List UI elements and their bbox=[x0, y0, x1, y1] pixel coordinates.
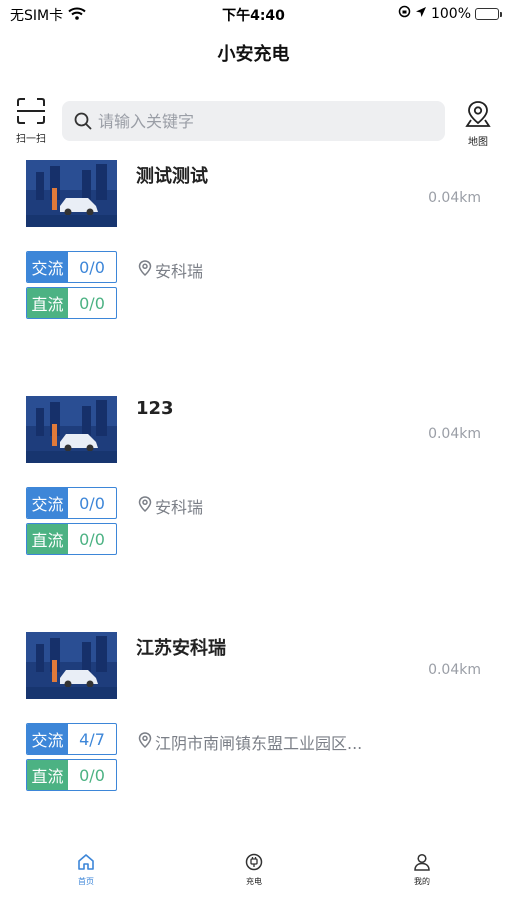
map-button[interactable]: 地图 bbox=[458, 100, 498, 148]
person-icon bbox=[413, 853, 431, 875]
dc-count: 0/0 bbox=[79, 765, 105, 785]
ac-charger-tag: 交流 0/0 bbox=[26, 251, 117, 283]
home-icon bbox=[77, 854, 95, 875]
scan-button[interactable]: 扫一扫 bbox=[12, 98, 50, 145]
tab-charge-label: 充电 bbox=[246, 877, 262, 886]
station-address: 安科瑞 bbox=[138, 258, 203, 282]
dc-charger-tag: 直流 0/0 bbox=[26, 523, 117, 555]
ac-label: 交流 bbox=[27, 488, 68, 518]
address-text: 江阴市南闸镇东盟工业园区... bbox=[155, 734, 363, 753]
tab-charge[interactable]: 充电 bbox=[224, 853, 284, 887]
station-distance: 0.04km bbox=[428, 190, 481, 206]
dc-label: 直流 bbox=[27, 524, 68, 554]
search-input[interactable] bbox=[98, 101, 428, 141]
tab-home[interactable]: 首页 bbox=[56, 853, 116, 887]
dc-charger-tag: 直流 0/0 bbox=[26, 287, 117, 319]
battery-percent: 100% bbox=[430, 5, 471, 22]
map-label: 地图 bbox=[468, 137, 488, 148]
station-name: 123 bbox=[136, 398, 174, 419]
scan-label: 扫一扫 bbox=[16, 134, 46, 145]
dc-charger-tag: 直流 0/0 bbox=[26, 759, 117, 791]
status-right: 100% bbox=[398, 5, 502, 22]
dc-label: 直流 bbox=[27, 760, 68, 790]
location-pin-icon bbox=[138, 496, 152, 516]
station-distance: 0.04km bbox=[428, 426, 481, 442]
station-address: 江阴市南闸镇东盟工业园区... bbox=[138, 730, 362, 754]
tab-profile[interactable]: 我的 bbox=[392, 853, 452, 887]
ac-count: 4/7 bbox=[79, 729, 105, 749]
scan-icon bbox=[16, 98, 46, 128]
station-name: 江苏安科瑞 bbox=[136, 638, 226, 659]
search-icon bbox=[74, 112, 92, 134]
charge-icon bbox=[245, 853, 263, 875]
station-distance: 0.04km bbox=[428, 662, 481, 678]
search-bar[interactable] bbox=[62, 101, 445, 141]
ac-count: 0/0 bbox=[79, 493, 105, 513]
status-bar: 无SIM卡 下午4:40 100% bbox=[0, 0, 507, 28]
ac-label: 交流 bbox=[27, 724, 68, 754]
station-name: 测试测试 bbox=[136, 166, 208, 187]
battery-icon bbox=[475, 7, 502, 20]
station-thumbnail bbox=[26, 396, 117, 463]
address-text: 安科瑞 bbox=[155, 498, 204, 517]
dc-count: 0/0 bbox=[79, 529, 105, 549]
bottom-tab-bar: 首页 充电 我的 bbox=[0, 845, 507, 900]
address-text: 安科瑞 bbox=[155, 262, 204, 281]
station-card[interactable]: 123 0.04km 交流 0/0 直流 0/0 安科瑞 bbox=[0, 396, 507, 586]
station-card[interactable]: 测试测试 0.04km 交流 0/0 直流 0/0 安科瑞 bbox=[0, 160, 507, 350]
page-title: 小安充电 bbox=[217, 44, 290, 65]
station-address: 安科瑞 bbox=[138, 494, 203, 518]
location-pin-icon bbox=[138, 732, 152, 752]
dc-label: 直流 bbox=[27, 288, 68, 318]
dc-count: 0/0 bbox=[79, 293, 105, 313]
tab-home-label: 首页 bbox=[78, 877, 94, 886]
station-thumbnail bbox=[26, 160, 117, 227]
tab-profile-label: 我的 bbox=[414, 877, 430, 886]
map-pin-icon bbox=[465, 101, 491, 132]
ac-charger-tag: 交流 4/7 bbox=[26, 723, 117, 755]
station-card[interactable]: 江苏安科瑞 0.04km 交流 4/7 直流 0/0 江阴市南闸镇东盟工业园区.… bbox=[0, 632, 507, 822]
ac-charger-tag: 交流 0/0 bbox=[26, 487, 117, 519]
orientation-lock-icon bbox=[398, 5, 411, 22]
ac-label: 交流 bbox=[27, 252, 68, 282]
ac-count: 0/0 bbox=[79, 257, 105, 277]
station-thumbnail bbox=[26, 632, 117, 699]
location-arrow-icon bbox=[415, 6, 427, 22]
location-pin-icon bbox=[138, 260, 152, 280]
